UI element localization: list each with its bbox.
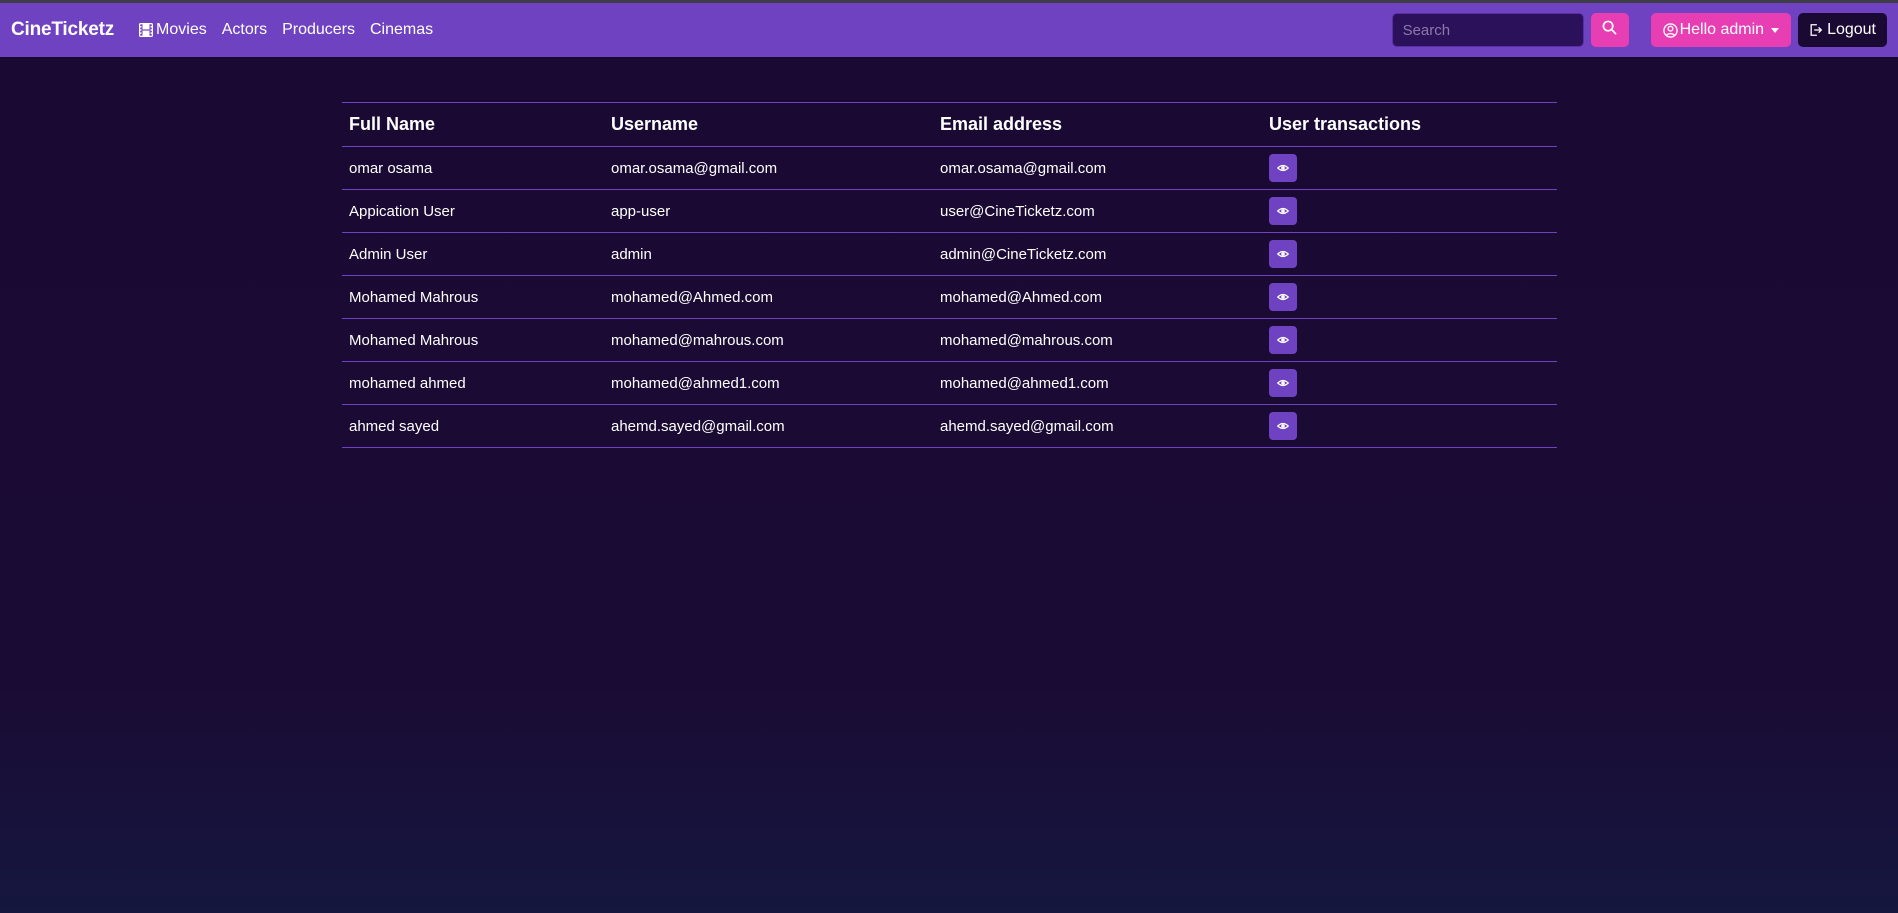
transactions-cell bbox=[1262, 146, 1557, 190]
view-transactions-button[interactable] bbox=[1269, 283, 1297, 311]
table-header-row: Full Name Username Email address User tr… bbox=[342, 102, 1557, 147]
user-circle-icon bbox=[1662, 22, 1678, 38]
email-cell: mohamed@mahrous.com bbox=[933, 318, 1262, 362]
full-name-cell: Mohamed Mahrous bbox=[342, 275, 604, 319]
table-row: Mohamed Mahrous mohamed@Ahmed.com mohamed@… bbox=[342, 275, 1557, 319]
logout-button[interactable]: Logout bbox=[1798, 13, 1887, 47]
view-transactions-button[interactable] bbox=[1269, 412, 1297, 440]
transactions-cell bbox=[1262, 189, 1557, 233]
header-full-name: Full Name bbox=[342, 102, 604, 147]
view-transactions-button[interactable] bbox=[1269, 326, 1297, 354]
eye-icon bbox=[1277, 377, 1289, 389]
chevron-down-icon bbox=[1771, 27, 1780, 33]
full-name-cell: ahmed sayed bbox=[342, 404, 604, 448]
transactions-cell bbox=[1262, 404, 1557, 448]
email-cell: user@CineTicketz.com bbox=[933, 189, 1262, 233]
users-table-container: Full Name Username Email address User tr… bbox=[342, 102, 1557, 448]
username-cell: omar.osama@gmail.com bbox=[604, 146, 933, 190]
email-cell: omar.osama@gmail.com bbox=[933, 146, 1262, 190]
username-cell: admin bbox=[604, 232, 933, 276]
nav-cinemas[interactable]: Cinemas bbox=[370, 21, 433, 39]
search-button[interactable] bbox=[1590, 13, 1629, 47]
table-row: ahmed sayed ahemd.sayed@gmail.com ahemd.sa… bbox=[342, 404, 1557, 448]
full-name-cell: Appication User bbox=[342, 189, 604, 233]
full-name-cell: mohamed ahmed bbox=[342, 361, 604, 405]
eye-icon bbox=[1277, 334, 1289, 346]
header-email: Email address bbox=[933, 102, 1262, 147]
users-table: Full Name Username Email address User tr… bbox=[342, 102, 1557, 448]
table-body: omar osama omar.osama@gmail.com omar.osama… bbox=[342, 146, 1557, 448]
username-cell: mohamed@Ahmed.com bbox=[604, 275, 933, 319]
nav-movies-label: Movies bbox=[156, 21, 207, 38]
header-username: Username bbox=[604, 102, 933, 147]
nav-producers[interactable]: Producers bbox=[282, 21, 355, 39]
transactions-cell bbox=[1262, 232, 1557, 276]
user-menu-label: Hello admin bbox=[1679, 21, 1765, 38]
email-cell: ahemd.sayed@gmail.com bbox=[933, 404, 1262, 448]
nav-actors[interactable]: Actors bbox=[222, 21, 267, 39]
full-name-cell: Admin User bbox=[342, 232, 604, 276]
table-row: omar osama omar.osama@gmail.com omar.osama… bbox=[342, 146, 1557, 190]
user-menu-button[interactable]: Hello admin bbox=[1650, 13, 1792, 47]
logout-icon bbox=[1809, 23, 1823, 37]
eye-icon bbox=[1277, 205, 1289, 217]
view-transactions-button[interactable] bbox=[1269, 369, 1297, 397]
table-row: Admin User admin admin@CineTicketz.com bbox=[342, 232, 1557, 276]
table-row: Appication User app-user user@CineTicketz.… bbox=[342, 189, 1557, 233]
nav-movies[interactable]: Movies bbox=[139, 21, 207, 39]
header-user-transactions: User transactions bbox=[1262, 102, 1557, 147]
full-name-cell: omar osama bbox=[342, 146, 604, 190]
view-transactions-button[interactable] bbox=[1269, 240, 1297, 268]
table-row: mohamed ahmed mohamed@ahmed1.com mohamed@a… bbox=[342, 361, 1557, 405]
transactions-cell bbox=[1262, 275, 1557, 319]
eye-icon bbox=[1277, 162, 1289, 174]
view-transactions-button[interactable] bbox=[1269, 154, 1297, 182]
film-icon bbox=[139, 23, 154, 37]
username-cell: app-user bbox=[604, 189, 933, 233]
view-transactions-button[interactable] bbox=[1269, 197, 1297, 225]
search-input[interactable] bbox=[1391, 13, 1584, 47]
email-cell: admin@CineTicketz.com bbox=[933, 232, 1262, 276]
eye-icon bbox=[1277, 420, 1289, 432]
transactions-cell bbox=[1262, 318, 1557, 362]
search-icon bbox=[1602, 20, 1617, 40]
username-cell: mohamed@ahmed1.com bbox=[604, 361, 933, 405]
username-cell: mohamed@mahrous.com bbox=[604, 318, 933, 362]
eye-icon bbox=[1277, 291, 1289, 303]
email-cell: mohamed@Ahmed.com bbox=[933, 275, 1262, 319]
email-cell: mohamed@ahmed1.com bbox=[933, 361, 1262, 405]
brand-logo[interactable]: CineTicketz bbox=[11, 19, 114, 41]
logout-label: Logout bbox=[1827, 21, 1876, 38]
username-cell: ahemd.sayed@gmail.com bbox=[604, 404, 933, 448]
full-name-cell: Mohamed Mahrous bbox=[342, 318, 604, 362]
table-row: Mohamed Mahrous mohamed@mahrous.com mohame… bbox=[342, 318, 1557, 362]
eye-icon bbox=[1277, 248, 1289, 260]
navbar: CineTicketz Movies Actors Producers Cine… bbox=[0, 3, 1898, 57]
nav-right-group: Hello admin Logout bbox=[1391, 13, 1887, 47]
transactions-cell bbox=[1262, 361, 1557, 405]
